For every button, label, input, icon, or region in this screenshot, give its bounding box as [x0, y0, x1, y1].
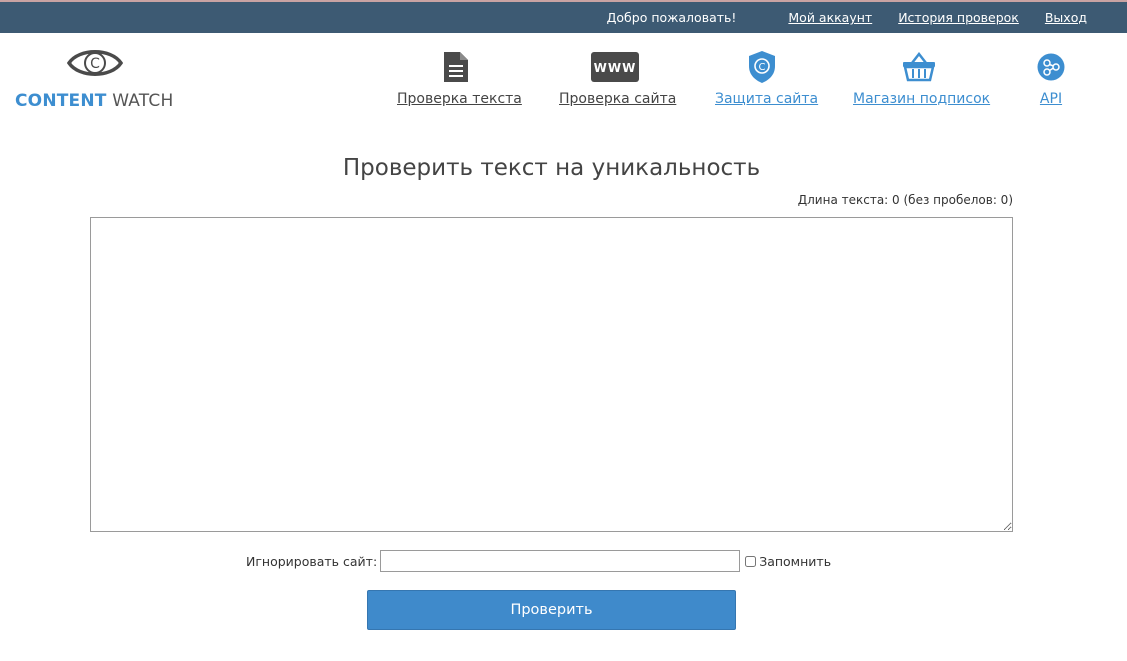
svg-text:WWW: WWW	[593, 61, 636, 75]
logout-link[interactable]: Выход	[1045, 10, 1087, 25]
header: C CONTENT WATCH Проверка текста WWW Пров…	[0, 33, 1127, 123]
nav-subscription-shop[interactable]: Магазин подписок	[853, 49, 991, 107]
nav-site-check[interactable]: WWW Проверка сайта	[559, 49, 677, 107]
eye-logo-icon: C	[67, 50, 123, 76]
check-button[interactable]: Проверить	[367, 590, 736, 630]
welcome-text: Добро пожаловать!	[606, 10, 737, 25]
svg-text:C: C	[758, 62, 765, 73]
text-length-info: Длина текста: 0 (без пробелов: 0)	[797, 193, 1013, 207]
my-account-link[interactable]: Мой аккаунт	[788, 10, 872, 25]
text-input[interactable]	[90, 217, 1013, 532]
nav-api-label: API	[1039, 91, 1063, 107]
api-icon	[1037, 53, 1065, 81]
ignore-site-label: Игнорировать сайт:	[246, 553, 378, 569]
check-history-link[interactable]: История проверок	[898, 10, 1019, 25]
nav-site-protection[interactable]: C Защита сайта	[715, 49, 819, 107]
document-icon	[443, 52, 468, 82]
svg-text:C: C	[90, 56, 100, 72]
nav-site-check-label: Проверка сайта	[559, 91, 677, 107]
page-title: Проверить текст на уникальность	[342, 155, 761, 181]
nav-site-protection-label: Защита сайта	[715, 91, 819, 107]
remember-label[interactable]: Запомнить	[759, 554, 831, 569]
ignore-site-row: Игнорировать сайт: Запомнить	[246, 550, 831, 572]
logo-text-content: CONTENT	[15, 91, 107, 111]
top-bar: Добро пожаловать! Мой аккаунт История пр…	[0, 0, 1127, 33]
www-icon: WWW	[590, 52, 639, 82]
logo-text: CONTENT WATCH	[15, 91, 173, 111]
ignore-site-input[interactable]	[380, 550, 741, 572]
nav-text-check[interactable]: Проверка текста	[397, 49, 522, 107]
nav-api[interactable]: API	[1034, 49, 1068, 107]
logo-text-watch: WATCH	[112, 91, 174, 111]
basket-icon	[902, 52, 935, 82]
shield-copyright-icon: C	[748, 51, 775, 83]
nav-text-check-label: Проверка текста	[397, 91, 522, 107]
nav-subscription-shop-label: Магазин подписок	[853, 91, 991, 107]
remember-checkbox[interactable]	[745, 555, 757, 567]
